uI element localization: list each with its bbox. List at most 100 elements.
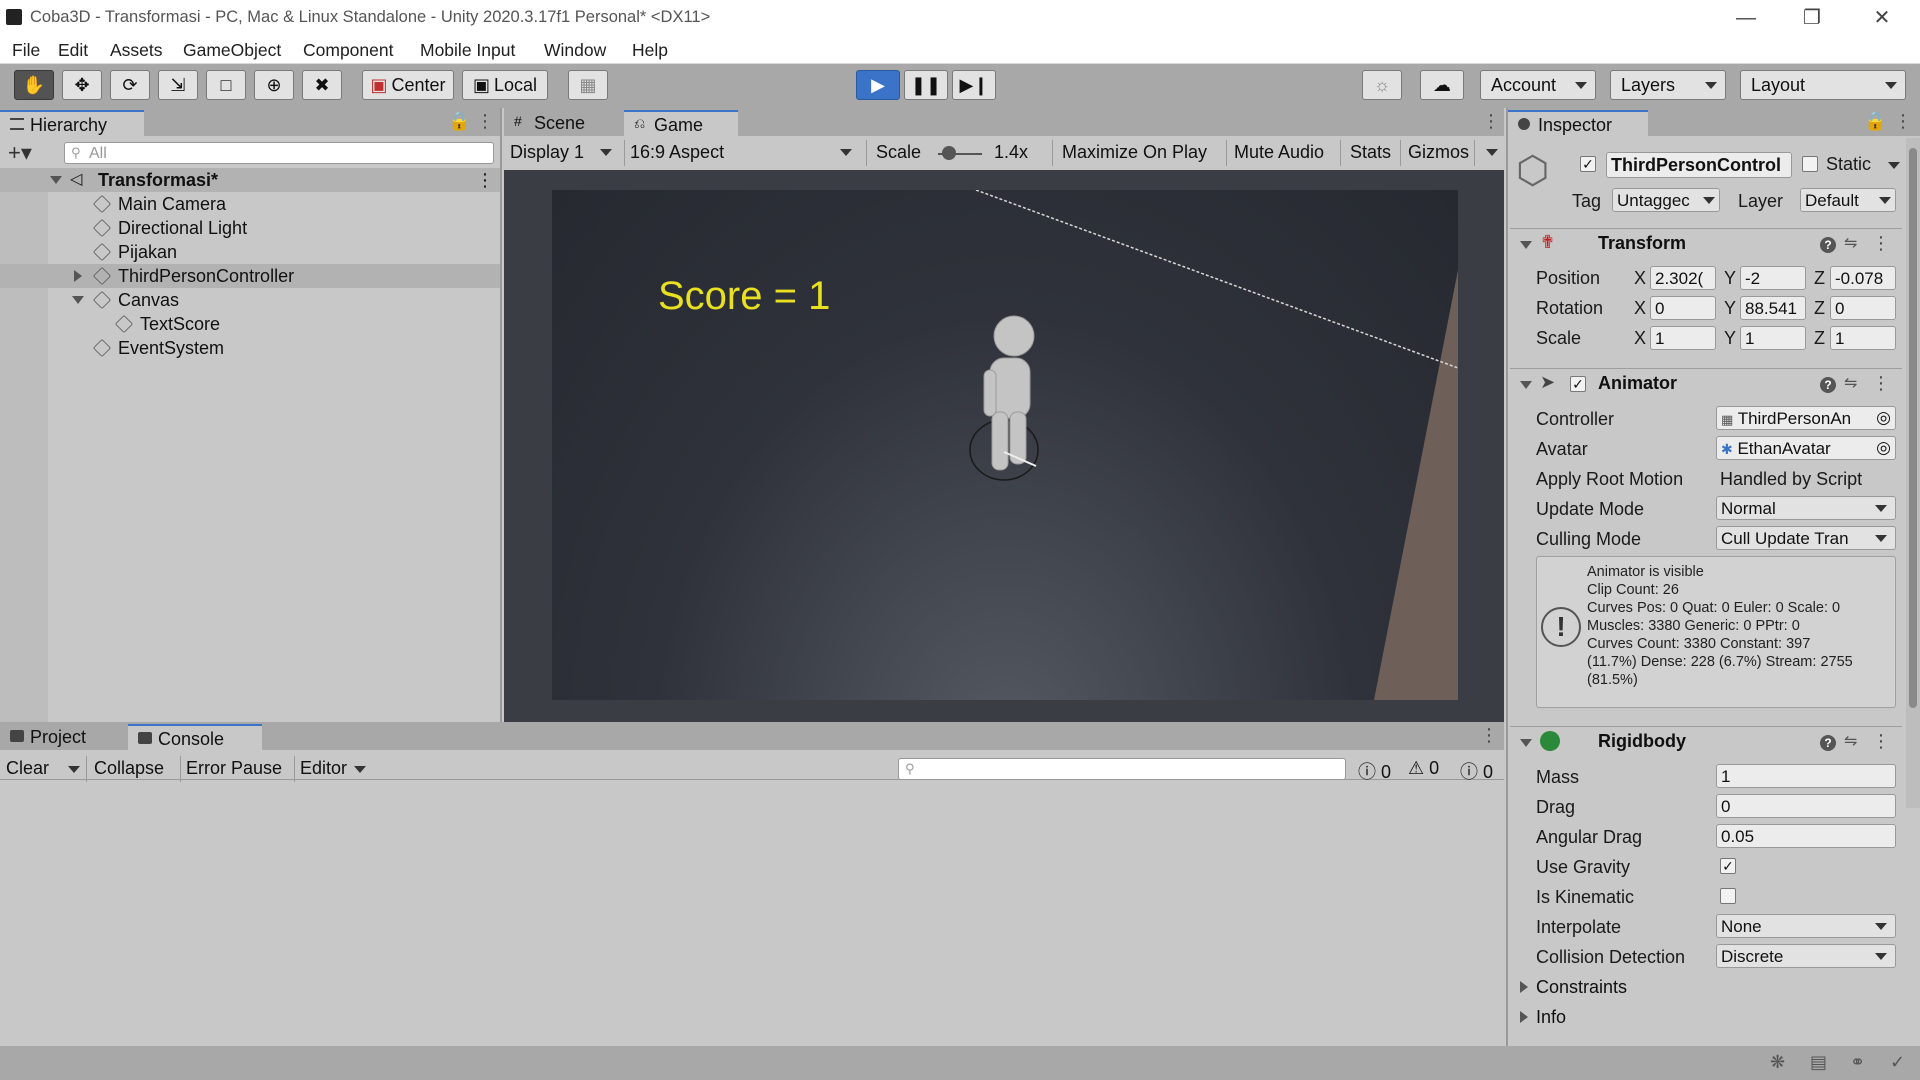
tree-item-pijakan[interactable]: Pijakan (0, 240, 500, 264)
scale-z-input[interactable]: 1 (1830, 326, 1896, 350)
add-icon[interactable]: +▾ (8, 140, 32, 166)
tab-console[interactable]: Console (128, 724, 262, 750)
object-picker-icon[interactable]: ◎ (1876, 438, 1891, 458)
scale-x-input[interactable]: 1 (1650, 326, 1716, 350)
avatar-field[interactable]: ✱ EthanAvatar ◎ (1716, 436, 1896, 460)
tab-game[interactable]: ⎌ Game (624, 110, 738, 136)
static-checkbox[interactable] (1802, 156, 1818, 172)
menu-file[interactable]: File (12, 40, 40, 61)
pivot-local-button[interactable]: ▣ Local (462, 70, 548, 100)
culling-mode-dropdown[interactable]: Cull Update Tran (1716, 526, 1896, 550)
bug-icon[interactable]: ❋ (1770, 1052, 1785, 1073)
rigidbody-header[interactable]: Rigidbody ? ⇋ ⋮ (1510, 726, 1902, 756)
layer-dropdown[interactable]: Default (1800, 188, 1896, 212)
preset-icon[interactable]: ⇋ (1844, 373, 1857, 393)
menu-edit[interactable]: Edit (58, 40, 88, 61)
tag-dropdown[interactable]: Untaggec (1612, 188, 1720, 212)
aspect-dropdown[interactable]: 16:9 Aspect (630, 138, 860, 168)
menu-gameobject[interactable]: GameObject (183, 40, 281, 61)
collapse-arrow-icon[interactable] (74, 270, 82, 282)
lock-icon[interactable]: 🔒 (1864, 111, 1886, 132)
more-options-icon[interactable]: ⋮ (1872, 731, 1890, 752)
layers-dropdown[interactable]: Layers (1610, 70, 1726, 100)
account-dropdown[interactable]: Account (1480, 70, 1596, 100)
close-button[interactable]: ✕ (1852, 2, 1912, 34)
warning-count-toggle[interactable]: ⚠ 0 (1408, 758, 1439, 779)
game-viewport[interactable]: Score = 1 (552, 190, 1458, 700)
use-gravity-checkbox[interactable]: ✓ (1720, 858, 1736, 874)
tree-item-thirdpersoncontroller[interactable]: ThirdPersonController (0, 264, 500, 288)
collapse-button[interactable]: Collapse (94, 758, 164, 779)
menu-mobile-input[interactable]: Mobile Input (420, 40, 515, 61)
position-z-input[interactable]: -0.078 (1830, 266, 1896, 290)
clear-button[interactable]: Clear (6, 758, 49, 779)
tree-item-main-camera[interactable]: Main Camera (0, 192, 500, 216)
angular-drag-input[interactable]: 0.05 (1716, 824, 1896, 848)
preset-icon[interactable]: ⇋ (1844, 233, 1857, 253)
interpolate-dropdown[interactable]: None (1716, 914, 1896, 938)
tab-project[interactable]: Project (0, 724, 120, 750)
position-y-input[interactable]: -2 (1740, 266, 1806, 290)
editor-dropdown[interactable]: Editor (300, 758, 366, 779)
gizmos-button[interactable]: Gizmos (1408, 138, 1469, 168)
tab-scene[interactable]: # Scene (504, 110, 614, 136)
status-ok-icon[interactable]: ✓ (1890, 1052, 1905, 1073)
expand-icon[interactable] (50, 176, 62, 184)
more-options-icon[interactable]: ⋮ (476, 170, 494, 191)
preset-icon[interactable]: ⇋ (1844, 731, 1857, 751)
restore-button[interactable]: ❐ (1782, 2, 1842, 34)
object-name-input[interactable]: ThirdPersonControl (1606, 152, 1792, 178)
tab-hierarchy[interactable]: Hierarchy (0, 110, 144, 136)
cache-icon[interactable]: ▤ (1810, 1052, 1827, 1073)
update-mode-dropdown[interactable]: Normal (1716, 496, 1896, 520)
help-icon[interactable]: ? (1820, 735, 1836, 751)
hand-tool-icon[interactable]: ✋ (14, 70, 54, 100)
tree-item-canvas[interactable]: Canvas (0, 288, 500, 312)
error-count-toggle[interactable]: ⓘ 0 (1358, 758, 1391, 784)
move-tool-icon[interactable]: ✥ (62, 70, 102, 100)
drag-input[interactable]: 0 (1716, 794, 1896, 818)
is-kinematic-checkbox[interactable] (1720, 888, 1736, 904)
transform-tool-icon[interactable]: ⊕ (254, 70, 294, 100)
more-options-icon[interactable]: ⋮ (1894, 111, 1912, 132)
expand-icon[interactable] (72, 296, 84, 304)
rotation-z-input[interactable]: 0 (1830, 296, 1896, 320)
collab-icon[interactable]: ☼ (1362, 70, 1402, 100)
stats-button[interactable]: Stats (1350, 138, 1391, 168)
rotate-tool-icon[interactable]: ⟳ (110, 70, 150, 100)
animator-header[interactable]: ➤ ✓ Animator ? ⇋ ⋮ (1510, 368, 1902, 398)
foldout-icon[interactable] (1520, 739, 1532, 747)
foldout-icon[interactable] (1520, 241, 1532, 249)
foldout-icon[interactable] (1520, 381, 1532, 389)
console-search-input[interactable]: ⚲ (898, 758, 1346, 780)
lock-icon[interactable]: 🔒 (448, 111, 470, 132)
more-options-icon[interactable]: ⋮ (1872, 373, 1890, 394)
grid-snap-icon[interactable]: ▦ (568, 70, 608, 100)
more-options-icon[interactable]: ⋮ (1480, 725, 1498, 746)
menu-component[interactable]: Component (303, 40, 393, 61)
transform-header[interactable]: ✟ Transform ? ⇋ ⋮ (1510, 228, 1902, 258)
tree-item-directional-light[interactable]: Directional Light (0, 216, 500, 240)
maximize-on-play-button[interactable]: Maximize On Play (1062, 138, 1207, 168)
scale-slider-handle[interactable] (942, 146, 956, 160)
collision-detection-dropdown[interactable]: Discrete (1716, 944, 1896, 968)
scale-y-input[interactable]: 1 (1740, 326, 1806, 350)
foldout-icon[interactable] (1520, 1011, 1528, 1023)
layout-dropdown[interactable]: Layout (1740, 70, 1906, 100)
object-picker-icon[interactable]: ◎ (1876, 408, 1891, 428)
menu-window[interactable]: Window (544, 40, 606, 61)
log-count-toggle[interactable]: ⓘ 0 (1460, 758, 1493, 784)
tree-item-textscore[interactable]: TextScore (0, 312, 500, 336)
rect-tool-icon[interactable]: □ (206, 70, 246, 100)
controller-field[interactable]: ▦ ThirdPersonAn ◎ (1716, 406, 1896, 430)
scene-root-row[interactable]: ◁ Transformasi* ⋮ (0, 168, 500, 192)
error-pause-button[interactable]: Error Pause (186, 758, 282, 779)
cloud-icon[interactable]: ☁ (1420, 70, 1464, 100)
more-options-icon[interactable]: ⋮ (1482, 111, 1500, 132)
custom-tool-icon[interactable]: ✖ (302, 70, 342, 100)
animator-enabled-checkbox[interactable]: ✓ (1570, 376, 1586, 392)
step-button[interactable]: ▶❙ (952, 70, 996, 100)
active-checkbox[interactable]: ✓ (1580, 156, 1596, 172)
scale-tool-icon[interactable]: ⇲ (158, 70, 198, 100)
rotation-x-input[interactable]: 0 (1650, 296, 1716, 320)
